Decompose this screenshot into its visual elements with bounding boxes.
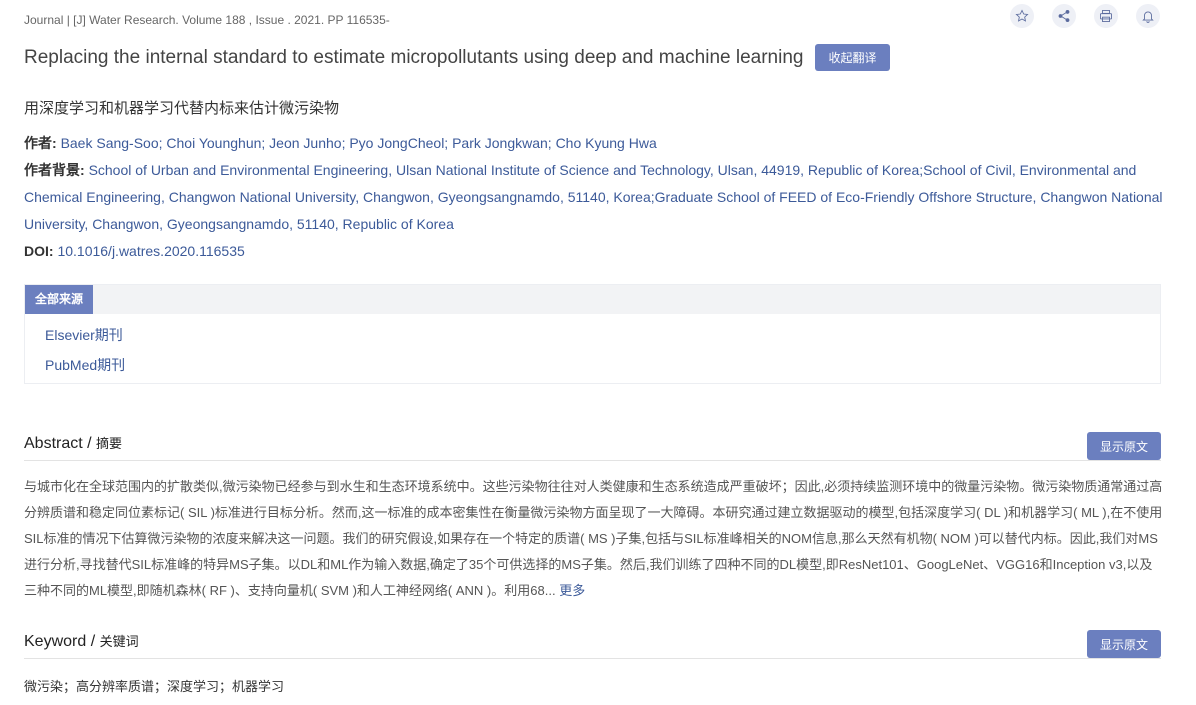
authors-value[interactable]: Baek Sang-Soo; Choi Younghun; Jeon Junho…: [61, 135, 657, 151]
article-title: Replacing the internal standard to estim…: [24, 46, 804, 68]
authors-label: 作者:: [24, 135, 57, 151]
bell-icon: [1142, 11, 1154, 23]
journal-info: Journal | [J] Water Research. Volume 188…: [24, 13, 390, 27]
collapse-translation-button[interactable]: 收起翻译: [815, 44, 890, 71]
print-icon: [1100, 10, 1112, 22]
affiliation-value: School of Urban and Environmental Engine…: [24, 162, 1163, 232]
doi-link[interactable]: 10.1016/j.watres.2020.116535: [57, 243, 244, 259]
sources-header: 全部来源: [25, 285, 1160, 314]
keyword-title: Keyword / 关键词: [24, 631, 139, 651]
favorite-button[interactable]: [1010, 4, 1034, 28]
authors-row: 作者: Baek Sang-Soo; Choi Younghun; Jeon J…: [24, 130, 1164, 157]
source-link-pubmed[interactable]: PubMed期刊: [25, 350, 1160, 380]
share-button[interactable]: [1052, 4, 1076, 28]
abstract-text: 与城市化在全球范围内的扩散类似,微污染物已经参与到水生和生态环境系统中。这些污染…: [24, 474, 1164, 604]
sources-panel: 全部来源 Elsevier期刊 PubMed期刊: [24, 284, 1161, 384]
star-icon: [1015, 9, 1029, 22]
keyword-header: Keyword / 关键词 显示原文: [24, 630, 1161, 659]
print-button[interactable]: [1094, 4, 1118, 28]
source-link-elsevier[interactable]: Elsevier期刊: [25, 320, 1160, 350]
abstract-body: 与城市化在全球范围内的扩散类似,微污染物已经参与到水生和生态环境系统中。这些污染…: [24, 479, 1163, 598]
article-title-cn: 用深度学习和机器学习代替内标来估计微污染物: [24, 100, 340, 117]
affiliation-label: 作者背景:: [24, 162, 85, 178]
share-icon: [1058, 10, 1070, 22]
action-icon-bar: [1010, 4, 1160, 28]
tab-all-sources[interactable]: 全部来源: [25, 285, 94, 314]
abstract-show-original-button[interactable]: 显示原文: [1086, 432, 1161, 460]
abstract-title-separator: /: [82, 435, 97, 452]
affiliation-row: 作者背景: School of Urban and Environmental …: [24, 157, 1164, 238]
keyword-title-separator: /: [86, 633, 100, 650]
abstract-title: Abstract / 摘要: [24, 433, 122, 453]
abstract-title-cn: 摘要: [96, 436, 123, 451]
notify-button[interactable]: [1136, 4, 1160, 28]
keyword-title-en: Keyword: [24, 633, 87, 650]
doi-label: DOI:: [24, 243, 54, 259]
article-meta: 作者: Baek Sang-Soo; Choi Younghun; Jeon J…: [24, 130, 1164, 265]
title-row: Replacing the internal standard to estim…: [24, 44, 890, 71]
keyword-show-original-button[interactable]: 显示原文: [1086, 630, 1161, 658]
keyword-title-cn: 关键词: [99, 634, 139, 649]
abstract-more-link[interactable]: 更多: [559, 583, 585, 598]
doi-row: DOI: 10.1016/j.watres.2020.116535: [24, 238, 1164, 265]
keyword-list: 微污染；高分辨率质谱；深度学习；机器学习: [24, 679, 285, 694]
abstract-title-en: Abstract: [24, 435, 83, 452]
abstract-header: Abstract / 摘要 显示原文: [24, 432, 1161, 461]
